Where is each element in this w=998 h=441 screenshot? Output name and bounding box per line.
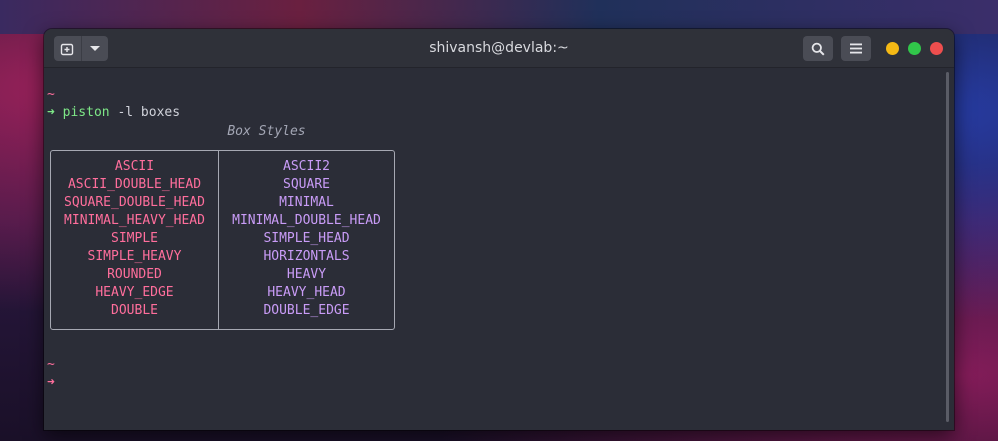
command-args: -l boxes <box>109 105 181 120</box>
scrollbar[interactable] <box>946 72 949 422</box>
table-cell: ASCII2 <box>283 159 330 174</box>
table-cell: ASCII <box>114 159 155 174</box>
table-caption: Box Styles <box>227 124 306 139</box>
table-cell: MINIMAL_DOUBLE_HEAD <box>232 213 381 228</box>
table-cell: SIMPLE_HEAVY <box>87 249 182 264</box>
table-cell: HORIZONTALS <box>263 249 350 264</box>
hamburger-menu-icon <box>850 43 862 54</box>
table-cell: MINIMAL <box>279 195 334 210</box>
right-column: ASCII2 SQUARE MINIMAL MINIMAL_DOUBLE_HEA… <box>219 158 394 320</box>
close-button[interactable] <box>930 42 943 55</box>
table-cell: SIMPLE_HEAD <box>263 231 350 246</box>
hamburger-menu-button[interactable] <box>841 36 871 61</box>
prompt-tilde: ~ <box>47 87 55 102</box>
left-column: ASCII ASCII_DOUBLE_HEAD SQUARE_DOUBLE_HE… <box>51 158 218 320</box>
prompt-arrow: ➜ <box>47 105 55 120</box>
table-cell: DOUBLE <box>111 303 158 318</box>
table-cell: HEAVY_HEAD <box>267 285 346 300</box>
table-cell: HEAVY_EDGE <box>95 285 174 300</box>
table-cell: ROUNDED <box>107 267 162 282</box>
table-cell: MINIMAL_HEAVY_HEAD <box>64 213 205 228</box>
prompt-tilde: ~ <box>47 357 55 372</box>
table-cell: HEAVY <box>286 267 327 282</box>
terminal-window: shivansh@devlab:~ ~ ➜ piston -l boxes Bo… <box>44 29 954 430</box>
prompt-arrow: ➜ <box>47 375 55 390</box>
terminal-output[interactable]: ~ ➜ piston -l boxes Box Styles ASCII ASC… <box>44 68 954 430</box>
search-button[interactable] <box>803 36 833 61</box>
table-cell: SQUARE <box>283 177 330 192</box>
table-cell: SQUARE_DOUBLE_HEAD <box>64 195 205 210</box>
title-bar: shivansh@devlab:~ <box>44 29 954 68</box>
box-styles-table: ASCII ASCII_DOUBLE_HEAD SQUARE_DOUBLE_HE… <box>50 150 395 330</box>
command-name: piston <box>62 105 110 120</box>
command-line: ➜ piston -l boxes <box>47 104 180 122</box>
search-icon <box>811 42 825 56</box>
table-cell: DOUBLE_EDGE <box>263 303 350 318</box>
table-cell: ASCII_DOUBLE_HEAD <box>67 177 202 192</box>
minimize-button[interactable] <box>886 42 899 55</box>
maximize-button[interactable] <box>908 42 921 55</box>
table-cell: SIMPLE <box>111 231 158 246</box>
